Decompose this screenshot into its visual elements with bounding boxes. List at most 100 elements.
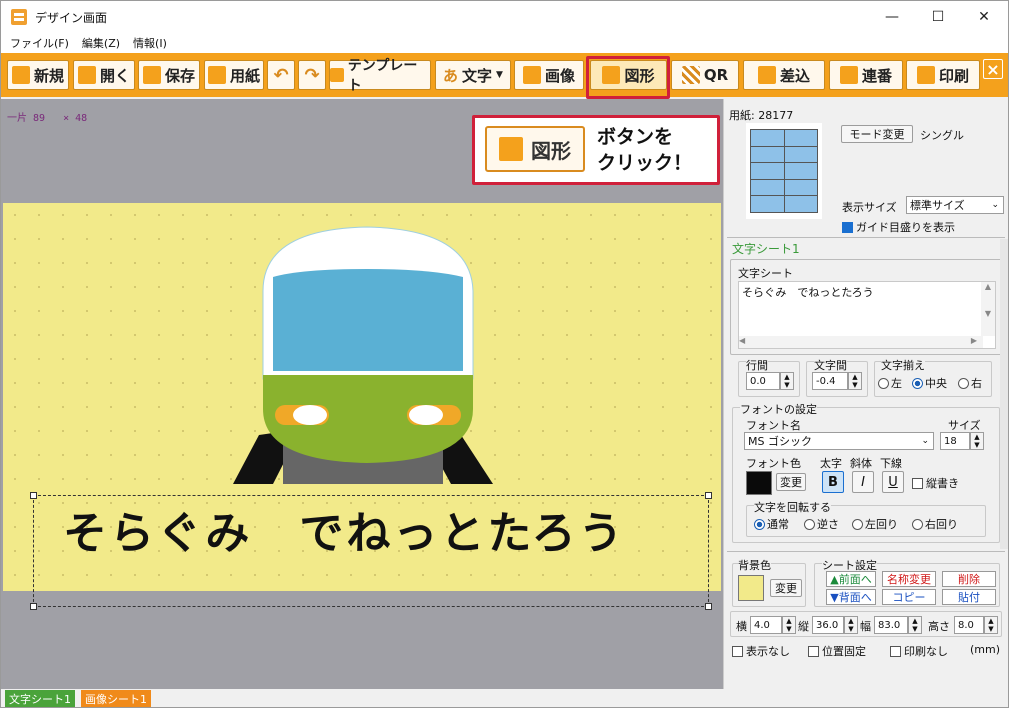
h-input[interactable]: 8.0 <box>954 616 984 634</box>
font-color-label: フォント色 <box>746 457 801 470</box>
font-name-select[interactable]: MS ゴシック ⌄ <box>744 432 934 450</box>
x-input[interactable]: 4.0 <box>750 616 782 634</box>
resize-handle[interactable] <box>30 603 37 610</box>
vertical-checkbox[interactable]: 縦書き <box>912 475 959 491</box>
guide-checkbox[interactable]: ガイド目盛りを表示 <box>842 219 955 235</box>
text-content-area[interactable]: そらぐみ でねっとたろう ▲ ▼ ◀ ▶ <box>738 281 996 349</box>
font-size-input[interactable]: 18 <box>940 432 970 450</box>
new-button[interactable]: 新規 <box>7 60 69 90</box>
close-button[interactable]: ✕ <box>961 1 1007 33</box>
rotate-normal-radio[interactable]: 通常 <box>754 516 789 532</box>
line-spacing-input[interactable]: 0.0 <box>746 372 780 390</box>
menu-info[interactable]: 情報(I) <box>133 35 167 51</box>
hide-checkbox[interactable]: 表示なし <box>732 643 790 659</box>
toolbar-close-button[interactable]: × <box>983 59 1003 79</box>
title-bar: デザイン画面 — ☐ ✕ <box>1 1 1008 33</box>
font-color-change-button[interactable]: 変更 <box>776 473 806 491</box>
h-stepper[interactable]: ▲ ▼ <box>984 616 998 634</box>
undo-button[interactable]: ↶ <box>267 60 295 90</box>
delete-button[interactable]: 削除 <box>942 571 996 587</box>
qr-button[interactable]: QR <box>671 60 739 90</box>
save-button[interactable]: 保存 <box>138 60 200 90</box>
radio-icon[interactable] <box>912 519 923 530</box>
lock-checkbox[interactable]: 位置固定 <box>808 643 866 659</box>
serial-label: 連番 <box>861 66 892 85</box>
menu-file[interactable]: ファイル(F) <box>10 35 69 51</box>
display-size-select[interactable]: 標準サイズ ⌄ <box>906 196 1004 214</box>
rename-button[interactable]: 名称変更 <box>882 571 936 587</box>
noprint-check-icon[interactable] <box>890 646 901 657</box>
bg-color-change-button[interactable]: 変更 <box>770 579 802 597</box>
h-label: 高さ <box>928 620 950 633</box>
font-size-stepper[interactable]: ▲ ▼ <box>970 432 984 450</box>
properties-panel: 用紙: 28177 モード変更 シングル 表示サイズ 標準サイズ ⌄ ガイド目盛り… <box>723 99 1008 689</box>
underline-toggle[interactable]: U <box>882 471 904 493</box>
bg-color-swatch[interactable] <box>738 575 764 601</box>
text-scrollbar[interactable]: ▲ ▼ <box>981 282 995 336</box>
copy-button[interactable]: コピー <box>882 589 936 605</box>
lock-check-icon[interactable] <box>808 646 819 657</box>
minimize-button[interactable]: — <box>869 1 915 33</box>
redo-button[interactable]: ↷ <box>298 60 326 90</box>
qr-label: QR <box>703 66 729 84</box>
radio-icon[interactable] <box>804 519 815 530</box>
maximize-button[interactable]: ☐ <box>915 1 961 33</box>
text-hscrollbar[interactable]: ◀ ▶ <box>739 336 983 348</box>
font-color-swatch[interactable] <box>746 471 772 495</box>
tab-text-sheet[interactable]: 文字シート1 <box>5 690 75 707</box>
radio-icon[interactable] <box>958 378 969 389</box>
tab-image-sheet[interactable]: 画像シート1 <box>81 690 151 707</box>
mode-change-button[interactable]: モード変更 <box>841 125 913 143</box>
guide-check-icon[interactable] <box>842 222 853 233</box>
align-left-radio[interactable]: 左 <box>878 375 902 391</box>
text-button[interactable]: あ文字 ▼ <box>435 60 511 90</box>
undo-icon: ↶ <box>273 64 289 86</box>
paste-button[interactable]: 貼付 <box>942 589 996 605</box>
rotate-left-radio[interactable]: 左回り <box>852 516 898 532</box>
y-label: 縦 <box>798 620 809 633</box>
mode-value: シングル <box>920 129 964 142</box>
open-button[interactable]: 開く <box>73 60 135 90</box>
align-left-label: 左 <box>891 377 902 390</box>
app-window: デザイン画面 — ☐ ✕ ファイル(F) 編集(Z) 情報(I) 新規 開く 保… <box>0 0 1009 708</box>
italic-toggle[interactable]: I <box>852 471 874 493</box>
noprint-checkbox[interactable]: 印刷なし <box>890 643 948 659</box>
w-input[interactable]: 83.0 <box>874 616 908 634</box>
rotate-reverse-radio[interactable]: 逆さ <box>804 516 839 532</box>
radio-icon[interactable] <box>852 519 863 530</box>
design-canvas[interactable]: 一片 89 × 48 そらぐみ でねっとたろう <box>1 99 723 689</box>
align-right-radio[interactable]: 右 <box>958 375 982 391</box>
vertical-check-icon[interactable] <box>912 478 923 489</box>
hide-check-icon[interactable] <box>732 646 743 657</box>
radio-icon[interactable] <box>754 519 765 530</box>
serial-button[interactable]: 連番 <box>829 60 903 90</box>
radio-icon[interactable] <box>878 378 889 389</box>
y-input[interactable]: 36.0 <box>812 616 844 634</box>
merge-button[interactable]: 差込 <box>743 60 825 90</box>
send-back-button[interactable]: ▼背面へ <box>826 589 876 605</box>
paper-button[interactable]: 用紙 <box>204 60 264 90</box>
csv-icon <box>757 66 776 84</box>
w-stepper[interactable]: ▲ ▼ <box>908 616 922 634</box>
y-stepper[interactable]: ▲ ▼ <box>844 616 858 634</box>
rotate-right-radio[interactable]: 右回り <box>912 516 958 532</box>
resize-handle[interactable] <box>30 492 37 499</box>
resize-handle[interactable] <box>705 492 712 499</box>
image-button[interactable]: 画像 <box>514 60 584 90</box>
bring-front-button[interactable]: ▲前面へ <box>826 571 876 587</box>
panel-scrollbar[interactable] <box>1000 239 1008 549</box>
char-spacing-input[interactable]: -0.4 <box>812 372 848 390</box>
char-spacing-stepper[interactable]: ▲ ▼ <box>848 372 862 390</box>
redo-icon: ↷ <box>304 64 320 86</box>
line-spacing-label: 行間 <box>746 357 768 373</box>
print-button[interactable]: 印刷 <box>906 60 980 90</box>
align-center-radio[interactable]: 中央 <box>912 375 947 391</box>
x-stepper[interactable]: ▲ ▼ <box>782 616 796 634</box>
menu-edit[interactable]: 編集(Z) <box>82 35 120 51</box>
line-spacing-stepper[interactable]: ▲ ▼ <box>780 372 794 390</box>
template-button[interactable]: テンプレート <box>329 58 431 94</box>
resize-handle[interactable] <box>705 603 712 610</box>
callout-shape-button: 図形 <box>485 126 585 172</box>
bold-toggle[interactable]: B <box>822 471 844 493</box>
radio-icon[interactable] <box>912 378 923 389</box>
